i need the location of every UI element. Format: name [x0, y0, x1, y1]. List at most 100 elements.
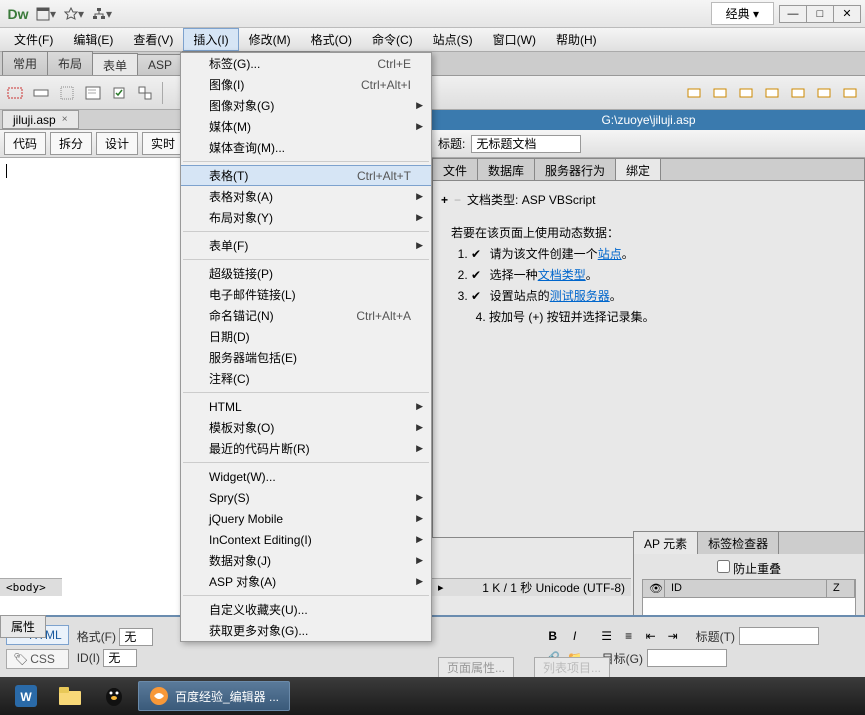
dropdown-item[interactable]: 最近的代码片断(R)▶: [181, 438, 431, 459]
dropdown-item[interactable]: 媒体(M)▶: [181, 116, 431, 137]
workspace-dropdown[interactable]: 经典 ▾: [711, 2, 774, 25]
css-mode-button[interactable]: 🏷 CSS: [6, 649, 69, 669]
radio-icon[interactable]: [683, 82, 705, 104]
menu-item[interactable]: 文件(F): [4, 28, 63, 51]
dropdown-item[interactable]: 表格对象(A)▶: [181, 186, 431, 207]
radio-group-icon[interactable]: [709, 82, 731, 104]
jump-menu-icon[interactable]: [761, 82, 783, 104]
hidden-field-icon[interactable]: [56, 82, 78, 104]
dropdown-item[interactable]: Spry(S)▶: [181, 487, 431, 508]
menu-item[interactable]: 格式(O): [301, 28, 362, 51]
maximize-button[interactable]: □: [806, 5, 834, 23]
qq-icon[interactable]: [94, 680, 134, 712]
image-field-icon[interactable]: [787, 82, 809, 104]
doctype-link[interactable]: 文档类型: [538, 268, 586, 282]
bold-icon[interactable]: B: [544, 627, 562, 645]
view-mode-button[interactable]: 代码: [4, 132, 46, 155]
document-status-tag[interactable]: <body>: [0, 578, 62, 596]
insert-tab[interactable]: 布局: [47, 51, 93, 75]
testserver-link[interactable]: 测试服务器: [550, 289, 610, 303]
page-properties-button[interactable]: 页面属性...: [438, 657, 514, 678]
ap-id-column[interactable]: ID: [665, 580, 827, 597]
dropdown-item[interactable]: 超级链接(P): [181, 263, 431, 284]
view-mode-button[interactable]: 实时: [142, 132, 184, 155]
sitemap-icon[interactable]: ▾: [90, 3, 114, 25]
panel-tab[interactable]: 绑定: [616, 159, 661, 180]
dropdown-item[interactable]: 数据对象(J)▶: [181, 550, 431, 571]
file-tab[interactable]: jiluji.asp ×: [2, 110, 79, 129]
dropdown-item[interactable]: 获取更多对象(G)...: [181, 620, 431, 641]
dropdown-item[interactable]: 图像(I)Ctrl+Alt+I: [181, 74, 431, 95]
dropdown-item[interactable]: Widget(W)...: [181, 466, 431, 487]
dropdown-item[interactable]: 日期(D): [181, 326, 431, 347]
eye-icon[interactable]: 👁: [643, 580, 665, 597]
dropdown-item[interactable]: InContext Editing(I)▶: [181, 529, 431, 550]
minimize-button[interactable]: —: [779, 5, 807, 23]
list-menu-icon[interactable]: [735, 82, 757, 104]
checkbox-icon[interactable]: [108, 82, 130, 104]
file-field-icon[interactable]: [813, 82, 835, 104]
menu-item[interactable]: 查看(V): [123, 28, 183, 51]
outdent-icon[interactable]: ⇤: [642, 627, 660, 645]
format-select[interactable]: 无: [119, 628, 153, 646]
menu-item[interactable]: 站点(S): [423, 28, 483, 51]
menu-item[interactable]: 插入(I): [183, 28, 238, 51]
id-select[interactable]: 无: [103, 649, 137, 667]
prevent-overlap-checkbox[interactable]: [717, 560, 730, 573]
dropdown-item[interactable]: 自定义收藏夹(U)...: [181, 599, 431, 620]
menu-item[interactable]: 编辑(E): [63, 28, 123, 51]
textarea-icon[interactable]: [82, 82, 104, 104]
taskbar-running-app[interactable]: 百度经验_编辑器 ...: [138, 681, 290, 711]
insert-tab[interactable]: ASP: [137, 54, 183, 75]
ap-z-column[interactable]: Z: [827, 580, 855, 597]
panel-tab[interactable]: 服务器行为: [535, 159, 616, 180]
file-tab-close-icon[interactable]: ×: [62, 114, 68, 125]
ap-panel-tab[interactable]: 标签检查器: [698, 532, 779, 554]
dropdown-item[interactable]: 电子邮件链接(L): [181, 284, 431, 305]
insert-tab[interactable]: 常用: [2, 51, 48, 75]
checkbox-group-icon[interactable]: [134, 82, 156, 104]
dropdown-item[interactable]: 表格(T)Ctrl+Alt+T: [181, 165, 431, 186]
dropdown-item[interactable]: 注释(C): [181, 368, 431, 389]
form-icon[interactable]: [4, 82, 26, 104]
italic-icon[interactable]: I: [566, 627, 584, 645]
insert-tab[interactable]: 表单: [92, 53, 138, 75]
menu-item[interactable]: 帮助(H): [546, 28, 607, 51]
menu-item[interactable]: 命令(C): [362, 28, 423, 51]
dropdown-item[interactable]: 媒体查询(M)...: [181, 137, 431, 158]
view-mode-button[interactable]: 拆分: [50, 132, 92, 155]
minus-icon[interactable]: −: [454, 193, 461, 207]
dropdown-item[interactable]: jQuery Mobile▶: [181, 508, 431, 529]
dropdown-item[interactable]: 命名锚记(N)Ctrl+Alt+A: [181, 305, 431, 326]
menu-item[interactable]: 窗口(W): [483, 28, 546, 51]
target-input[interactable]: [647, 649, 727, 667]
list-item-button[interactable]: 列表项目...: [534, 657, 610, 678]
menu-item[interactable]: 修改(M): [239, 28, 301, 51]
title-input[interactable]: [471, 135, 581, 153]
textfield-icon[interactable]: [30, 82, 52, 104]
ol-icon[interactable]: ≡: [620, 627, 638, 645]
button-icon[interactable]: [839, 82, 861, 104]
panel-tab[interactable]: 文件: [433, 159, 478, 180]
dropdown-item[interactable]: 布局对象(Y)▶: [181, 207, 431, 228]
indent-icon[interactable]: ⇥: [664, 627, 682, 645]
dropdown-item[interactable]: HTML▶: [181, 396, 431, 417]
title-attr-input[interactable]: [739, 627, 819, 645]
wps-icon[interactable]: W: [6, 680, 46, 712]
properties-panel-tab[interactable]: 属性: [0, 615, 46, 638]
dropdown-item[interactable]: 模板对象(O)▶: [181, 417, 431, 438]
layout-icon[interactable]: ▾: [34, 3, 58, 25]
dropdown-item[interactable]: 标签(G)...Ctrl+E: [181, 53, 431, 74]
view-mode-button[interactable]: 设计: [96, 132, 138, 155]
ul-icon[interactable]: ☰: [598, 627, 616, 645]
dropdown-item[interactable]: 图像对象(G)▶: [181, 95, 431, 116]
dropdown-item[interactable]: 服务器端包括(E): [181, 347, 431, 368]
plus-icon[interactable]: +: [441, 193, 448, 207]
explorer-icon[interactable]: [50, 680, 90, 712]
extension-icon[interactable]: ▾: [62, 3, 86, 25]
dropdown-item[interactable]: ASP 对象(A)▶: [181, 571, 431, 592]
panel-tab[interactable]: 数据库: [478, 159, 535, 180]
close-button[interactable]: ✕: [833, 5, 861, 23]
ap-panel-tab[interactable]: AP 元素: [634, 532, 698, 554]
site-link[interactable]: 站点: [598, 247, 622, 261]
